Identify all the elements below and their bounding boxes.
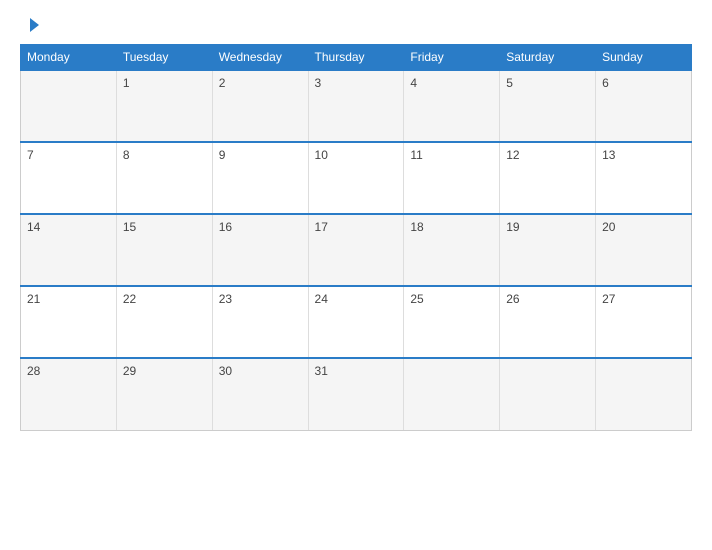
day-number: 2 [219, 76, 226, 90]
calendar-row-3: 14 15 16 17 18 19 20 [21, 214, 692, 286]
day-number: 7 [27, 148, 34, 162]
weekday-header-row: Monday Tuesday Wednesday Thursday Friday… [21, 45, 692, 71]
calendar-cell: 31 [308, 358, 404, 430]
calendar-cell [21, 70, 117, 142]
calendar-cell: 17 [308, 214, 404, 286]
calendar-cell: 4 [404, 70, 500, 142]
calendar-cell: 29 [116, 358, 212, 430]
day-number: 22 [123, 292, 136, 306]
calendar-cell: 22 [116, 286, 212, 358]
col-sunday: Sunday [596, 45, 692, 71]
day-number: 1 [123, 76, 130, 90]
day-number: 13 [602, 148, 615, 162]
calendar-cell: 28 [21, 358, 117, 430]
calendar-cell: 12 [500, 142, 596, 214]
calendar-cell: 11 [404, 142, 500, 214]
day-number: 30 [219, 364, 232, 378]
calendar-table: Monday Tuesday Wednesday Thursday Friday… [20, 44, 692, 431]
logo [20, 16, 39, 34]
day-number: 9 [219, 148, 226, 162]
calendar-cell [500, 358, 596, 430]
day-number: 10 [315, 148, 328, 162]
col-tuesday: Tuesday [116, 45, 212, 71]
col-monday: Monday [21, 45, 117, 71]
calendar-cell: 18 [404, 214, 500, 286]
calendar-cell: 9 [212, 142, 308, 214]
day-number: 4 [410, 76, 417, 90]
calendar-cell: 15 [116, 214, 212, 286]
calendar-cell: 16 [212, 214, 308, 286]
day-number: 18 [410, 220, 423, 234]
day-number: 16 [219, 220, 232, 234]
col-friday: Friday [404, 45, 500, 71]
day-number: 23 [219, 292, 232, 306]
col-thursday: Thursday [308, 45, 404, 71]
calendar-cell [596, 358, 692, 430]
calendar-cell: 24 [308, 286, 404, 358]
day-number: 15 [123, 220, 136, 234]
calendar-cell: 3 [308, 70, 404, 142]
col-saturday: Saturday [500, 45, 596, 71]
calendar-cell: 5 [500, 70, 596, 142]
header [20, 16, 692, 34]
day-number: 31 [315, 364, 328, 378]
calendar-cell: 21 [21, 286, 117, 358]
day-number: 6 [602, 76, 609, 90]
calendar-cell [404, 358, 500, 430]
calendar-page: Monday Tuesday Wednesday Thursday Friday… [0, 0, 712, 550]
day-number: 3 [315, 76, 322, 90]
day-number: 14 [27, 220, 40, 234]
calendar-row-1: 1 2 3 4 5 6 [21, 70, 692, 142]
calendar-row-2: 7 8 9 10 11 12 13 [21, 142, 692, 214]
col-wednesday: Wednesday [212, 45, 308, 71]
day-number: 28 [27, 364, 40, 378]
calendar-cell: 26 [500, 286, 596, 358]
day-number: 25 [410, 292, 423, 306]
day-number: 29 [123, 364, 136, 378]
calendar-cell: 19 [500, 214, 596, 286]
calendar-cell: 25 [404, 286, 500, 358]
day-number: 8 [123, 148, 130, 162]
day-number: 24 [315, 292, 328, 306]
calendar-cell: 27 [596, 286, 692, 358]
day-number: 27 [602, 292, 615, 306]
calendar-cell: 13 [596, 142, 692, 214]
calendar-row-4: 21 22 23 24 25 26 27 [21, 286, 692, 358]
logo-flag-icon [21, 16, 39, 34]
calendar-row-5: 28 29 30 31 [21, 358, 692, 430]
calendar-cell: 6 [596, 70, 692, 142]
day-number: 12 [506, 148, 519, 162]
day-number: 19 [506, 220, 519, 234]
calendar-cell: 10 [308, 142, 404, 214]
calendar-cell: 23 [212, 286, 308, 358]
calendar-cell: 14 [21, 214, 117, 286]
calendar-cell: 7 [21, 142, 117, 214]
day-number: 26 [506, 292, 519, 306]
calendar-cell: 2 [212, 70, 308, 142]
calendar-cell: 1 [116, 70, 212, 142]
day-number: 20 [602, 220, 615, 234]
day-number: 11 [410, 148, 422, 162]
day-number: 17 [315, 220, 328, 234]
day-number: 5 [506, 76, 513, 90]
calendar-cell: 30 [212, 358, 308, 430]
day-number: 21 [27, 292, 40, 306]
calendar-cell: 8 [116, 142, 212, 214]
calendar-cell: 20 [596, 214, 692, 286]
